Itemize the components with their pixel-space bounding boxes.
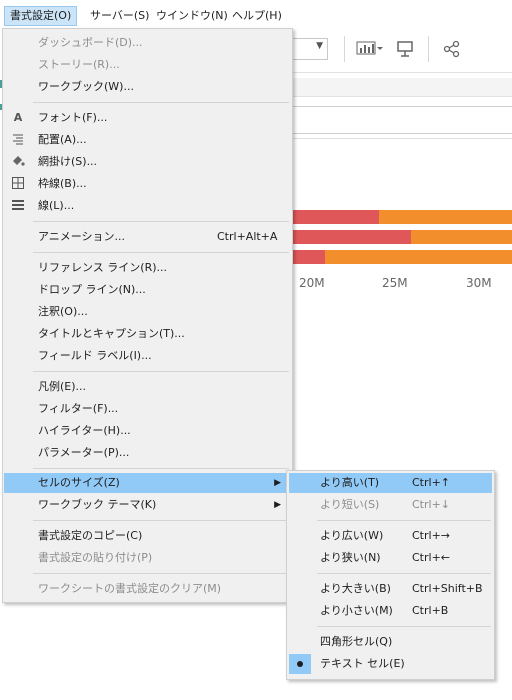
menu-separator [33,102,289,103]
submenu-item-taller[interactable]: より高い(T) Ctrl+↑ [289,473,492,493]
axis-tick-label: 30M [466,276,492,290]
menu-separator [33,468,289,469]
menu-item-workbook-theme[interactable]: ワークブック テーマ(K) ▶ [4,495,291,515]
divider [290,138,512,139]
chart-bar-orange [379,210,512,224]
menu-help[interactable]: ヘルプ(H) [227,7,287,25]
lines-icon [10,198,26,214]
menu-item-legends[interactable]: 凡例(E)... [4,377,291,397]
menu-item-reference-line[interactable]: リファレンス ライン(R)... [4,258,291,278]
toolbar: ▼ [290,28,512,73]
chart-bar-orange [325,250,512,264]
toolbar-divider [344,36,345,62]
menu-item-cell-size[interactable]: セルのサイズ(Z) ▶ [4,473,291,493]
menu-separator [317,573,491,574]
menu-item-borders[interactable]: 枠線(B)... [4,174,291,194]
submenu-item-bigger[interactable]: より大きい(B) Ctrl+Shift+B [289,579,492,599]
menu-separator [33,573,289,574]
chart-bar-red [290,210,379,224]
toolbar-dropdown[interactable]: ▼ [290,38,328,60]
menu-item-animation[interactable]: アニメーション... Ctrl+Alt+A [4,227,291,247]
cell-size-submenu: より高い(T) Ctrl+↑ より短い(S) Ctrl+↓ より広い(W) Ct… [286,470,495,680]
menu-server[interactable]: サーバー(S) [85,7,154,25]
menu-item-field-labels[interactable]: フィールド ラベル(I)... [4,346,291,366]
menu-item-alignment[interactable]: 配置(A)... [4,130,291,150]
submenu-item-smaller[interactable]: より小さい(M) Ctrl+B [289,601,492,621]
toolbar-divider [428,36,429,62]
menu-separator [33,252,289,253]
menu-item-highlighters[interactable]: ハイライター(H)... [4,421,291,441]
menu-item-workbook[interactable]: ワークブック(W)... [4,77,291,97]
chart-bar-orange [411,230,512,244]
chart-bar-red [290,230,411,244]
menu-item-dashboard[interactable]: ダッシュボード(D)... [4,33,291,53]
submenu-item-wider[interactable]: より広い(W) Ctrl+→ [289,526,492,546]
submenu-item-shorter[interactable]: より短い(S) Ctrl+↓ [289,495,492,515]
menu-item-filters[interactable]: フィルター(F)... [4,399,291,419]
show-me-chart-icon[interactable] [356,40,384,59]
submenu-arrow-icon: ▶ [274,478,281,488]
chevron-down-icon: ▼ [316,41,323,51]
menu-separator [33,520,289,521]
check-indicator [289,654,311,674]
menu-window[interactable]: ウインドウ(N) [151,7,233,25]
menu-item-drop-line[interactable]: ドロップ ライン(N)... [4,280,291,300]
submenu-item-narrower[interactable]: より狭い(N) Ctrl+← [289,548,492,568]
menu-item-parameters[interactable]: パラメーター(P)... [4,443,291,463]
menu-separator [317,520,491,521]
menubar: 書式設定(O) サーバー(S) ウインドウ(N) ヘルプ(H) [0,0,512,28]
chart-bar-red [290,250,325,264]
share-icon[interactable] [443,40,461,61]
font-icon: A [13,111,23,124]
menu-item-annotation[interactable]: 注釈(O)... [4,302,291,322]
borders-icon [10,176,26,192]
menu-item-shading[interactable]: 網掛け(S)... [4,152,291,172]
shading-icon [10,154,26,170]
menu-separator [33,371,289,372]
format-menu: ダッシュボード(D)... ストーリー(R)... ワークブック(W)... A… [2,28,293,603]
menu-item-paste-formatting[interactable]: 書式設定の貼り付け(P) [4,548,291,568]
axis-tick-label: 25M [382,276,408,290]
menu-item-font[interactable]: A フォント(F)... [4,108,291,128]
submenu-arrow-icon: ▶ [274,500,281,510]
worksheet-header [290,78,512,97]
submenu-item-square-cell[interactable]: 四角形セル(Q) [289,632,492,652]
menu-item-title-caption[interactable]: タイトルとキャプション(T)... [4,324,291,344]
menu-format[interactable]: 書式設定(O) [4,6,78,26]
axis-tick-label: 20M [299,276,325,290]
filter-shelf[interactable] [290,106,512,134]
menu-separator [317,626,491,627]
presentation-mode-icon[interactable] [396,40,414,61]
menu-item-copy-formatting[interactable]: 書式設定のコピー(C) [4,526,291,546]
alignment-icon [10,132,26,148]
radio-dot-icon [297,661,303,667]
submenu-item-text-cell[interactable]: テキスト セル(E) [289,654,492,674]
menu-item-clear-sheet-formatting[interactable]: ワークシートの書式設定のクリア(M) [4,579,291,599]
menu-item-lines[interactable]: 線(L)... [4,196,291,216]
menu-separator [33,221,289,222]
menu-item-story[interactable]: ストーリー(R)... [4,55,291,75]
